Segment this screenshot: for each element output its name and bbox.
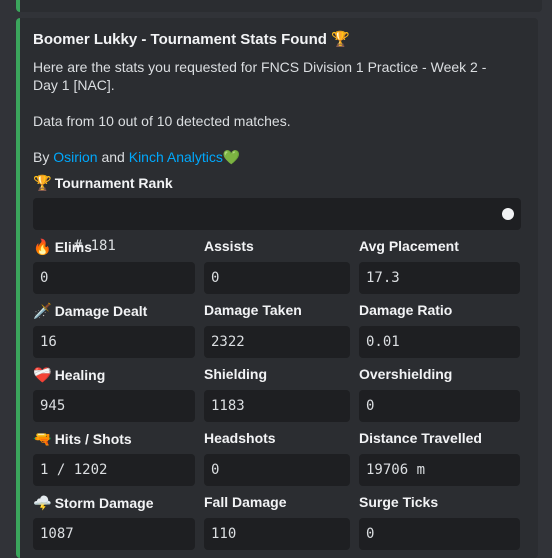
tournament-rank-value[interactable]: # 181 bbox=[33, 198, 521, 254]
tournament-rank-label: 🏆 Tournament Rank bbox=[33, 174, 173, 192]
credits-line: By Osirion and Kinch Analytics💚 bbox=[33, 148, 513, 166]
storm-damage-label: 🌩️ Storm Damage bbox=[33, 494, 154, 512]
damage-dealt-label: 🗡️ Damage Dealt bbox=[33, 302, 147, 320]
fall-damage-label-text: Fall Damage bbox=[204, 494, 287, 510]
description-line-1: Here are the stats you requested for FNC… bbox=[33, 59, 487, 93]
previous-embed bbox=[16, 0, 542, 12]
elims-value[interactable]: 0 bbox=[33, 262, 195, 294]
damage-ratio-label: Damage Ratio bbox=[359, 302, 452, 318]
embed-title-text: Boomer Lukky - Tournament Stats Found bbox=[33, 31, 327, 48]
healing-icon: ❤️‍🩹 bbox=[33, 367, 52, 384]
hits-shots-value[interactable]: 1 / 1202 bbox=[33, 454, 195, 486]
shielding-label: Shielding bbox=[204, 366, 267, 382]
storm-damage-icon: 🌩️ bbox=[33, 495, 52, 512]
shielding-value[interactable]: 1183 bbox=[204, 390, 350, 422]
hits-shots-label-text: Hits / Shots bbox=[54, 431, 132, 447]
hits-shots-label: 🔫 Hits / Shots bbox=[33, 430, 132, 448]
elims-icon: 🔥 bbox=[33, 239, 52, 256]
assists-label-text: Assists bbox=[204, 238, 254, 254]
stats-embed: Boomer Lukky - Tournament Stats Found 🏆 … bbox=[16, 18, 538, 558]
description-line-2: Data from 10 out of 10 detected matches. bbox=[33, 113, 291, 129]
damage-ratio-label-text: Damage Ratio bbox=[359, 302, 453, 318]
storm-damage-value[interactable]: 1087 bbox=[33, 518, 195, 550]
assists-label: Assists bbox=[204, 238, 254, 254]
damage-dealt-label-text: Damage Dealt bbox=[54, 303, 148, 319]
overshielding-label-text: Overshielding bbox=[359, 366, 453, 382]
damage-dealt-icon: 🗡️ bbox=[33, 303, 52, 320]
assists-value[interactable]: 0 bbox=[204, 262, 350, 294]
avg-placement-value[interactable]: 17.3 bbox=[359, 262, 520, 294]
distance-travelled-value[interactable]: 19706 m bbox=[359, 454, 520, 486]
damage-ratio-value[interactable]: 0.01 bbox=[359, 326, 520, 358]
headshots-label-text: Headshots bbox=[204, 430, 276, 446]
surge-ticks-label-text: Surge Ticks bbox=[359, 494, 439, 510]
headshots-value[interactable]: 0 bbox=[204, 454, 350, 486]
credits-and: and bbox=[101, 149, 125, 165]
avg-placement-label-text: Avg Placement bbox=[359, 238, 459, 254]
shielding-label-text: Shielding bbox=[204, 366, 267, 382]
avg-placement-label: Avg Placement bbox=[359, 238, 459, 254]
trophy-icon: 🏆 bbox=[331, 31, 350, 48]
embed-description: Here are the stats you requested for FNC… bbox=[33, 58, 513, 166]
surge-ticks-value[interactable]: 0 bbox=[359, 518, 520, 550]
damage-taken-label: Damage Taken bbox=[204, 302, 302, 318]
overshielding-label: Overshielding bbox=[359, 366, 452, 382]
overshielding-value[interactable]: 0 bbox=[359, 390, 520, 422]
storm-damage-label-text: Storm Damage bbox=[54, 495, 154, 511]
surge-ticks-label: Surge Ticks bbox=[359, 494, 438, 510]
kinch-analytics-link[interactable]: Kinch Analytics bbox=[129, 149, 223, 165]
trophy-icon: 🏆 bbox=[33, 175, 52, 192]
distance-travelled-label: Distance Travelled bbox=[359, 430, 482, 446]
healing-label-text: Healing bbox=[54, 367, 106, 383]
headshots-label: Headshots bbox=[204, 430, 276, 446]
damage-taken-value[interactable]: 2322 bbox=[204, 326, 350, 358]
tournament-rank-label-text: Tournament Rank bbox=[54, 175, 173, 191]
green-heart-icon: 💚 bbox=[222, 149, 241, 165]
fall-damage-value[interactable]: 110 bbox=[204, 518, 350, 550]
copy-icon[interactable] bbox=[501, 207, 515, 221]
embed-title: Boomer Lukky - Tournament Stats Found 🏆 bbox=[33, 30, 350, 48]
damage-taken-label-text: Damage Taken bbox=[204, 302, 302, 318]
distance-travelled-label-text: Distance Travelled bbox=[359, 430, 482, 446]
fall-damage-label: Fall Damage bbox=[204, 494, 286, 510]
elims-label: 🔥 Elims bbox=[33, 238, 92, 256]
elims-label-text: Elims bbox=[54, 239, 93, 255]
healing-value[interactable]: 945 bbox=[33, 390, 195, 422]
credits-prefix: By bbox=[33, 149, 50, 165]
hits-shots-icon: 🔫 bbox=[33, 431, 52, 448]
damage-dealt-value[interactable]: 16 bbox=[33, 326, 195, 358]
healing-label: ❤️‍🩹 Healing bbox=[33, 366, 105, 384]
osirion-link[interactable]: Osirion bbox=[53, 149, 97, 165]
